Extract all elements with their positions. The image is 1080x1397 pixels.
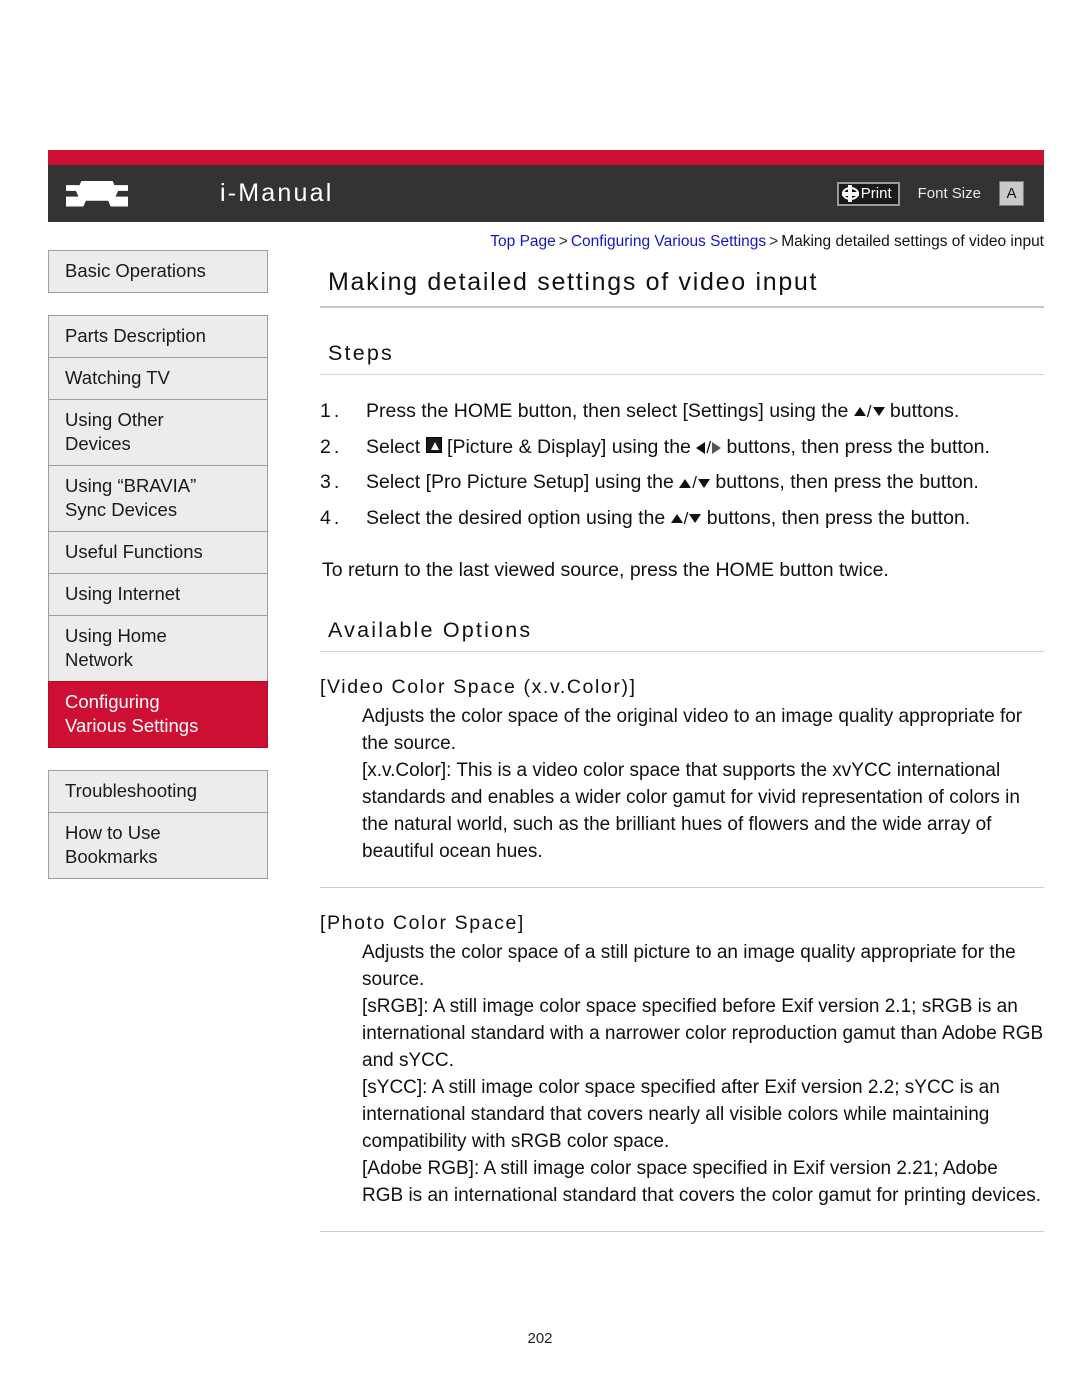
sidebar-item-label: Watching TV [65,367,170,388]
left-right-arrow-icon: / [696,433,722,463]
header-actions: Print Font Size A [836,181,1024,206]
option-paragraph: Adjusts the color space of the original … [362,705,1023,754]
sidebar-item-using-home-network[interactable]: Using Home Network [48,615,268,682]
print-button[interactable]: Print [836,181,900,206]
main-content: Top Page > Configuring Various Settings > Ma… [320,232,1044,1232]
option-divider [320,886,1044,888]
title-divider [320,306,1044,308]
steps-heading: Steps [328,341,394,365]
step-text: buttons, then press the button. [721,435,990,458]
option-paragraph: Adjusts the color space of a still pictu… [362,941,1016,990]
steps-list: 1. Press the HOME button, then select [Se… [320,397,1044,533]
sidebar-item-how-to-use-bookmarks[interactable]: How to Use Bookmarks [48,812,268,879]
step-text: Select [366,435,426,458]
sidebar-item-label: Useful Functions [65,541,203,562]
step-item: 3. Select [Pro Picture Setup] using the /… [320,468,1044,498]
up-down-arrow-icon: / [853,397,885,427]
sidebar-item-label: Using “BRAVIA” [65,475,197,496]
option-paragraph: [Adobe RGB]: A still image color space s… [362,1157,1042,1206]
step-number: 2. [320,435,343,458]
option-paragraph: [x.v.Color]: This is a video color space… [362,759,1020,862]
sidebar-item-using-internet[interactable]: Using Internet [48,573,268,616]
sidebar-item-parts-description[interactable]: Parts Description [48,315,268,358]
option-block: [Video Color Space (x.v.Color)] Adjusts t… [320,676,1044,888]
brand-title: i-Manual [220,179,334,207]
breadcrumb-separator: > [769,233,779,250]
picture-display-icon [425,437,442,454]
options-list: [Video Color Space (x.v.Color)] Adjusts t… [320,676,1044,1232]
sidebar-item-label: Troubleshooting [65,780,197,801]
font-size-label: Font Size [917,185,981,202]
step-text: buttons. [884,400,960,422]
sidebar-item-label: Configuring [65,691,160,712]
page-number: 202 [527,1330,553,1347]
breadcrumb: Top Page > Configuring Various Settings > Ma… [320,232,1044,252]
sidebar-item-troubleshooting[interactable]: Troubleshooting [48,770,268,813]
site-header: i-Manual Print Font Size A [48,150,1044,222]
options-divider [320,650,1044,652]
options-heading: Available Options [328,617,533,642]
step-text: Select the desired option using the [366,506,671,529]
option-paragraph: [sYCC]: A still image color space specif… [362,1076,1000,1152]
sidebar-item-label: Basic Operations [65,260,206,281]
option-description: Adjusts the color space of the original … [320,703,1044,865]
sidebar-item-label: Bookmarks [65,846,158,867]
sidebar-item-label: Devices [65,433,131,454]
step-number: 3. [320,471,343,494]
sidebar-item-label: How to Use [65,822,161,843]
option-paragraph: [sRGB]: A still image color space specif… [362,995,1044,1071]
step-text: [Picture & Display] using the [441,435,697,458]
page-title: Making detailed settings of video input [328,268,819,296]
sidebar-nav: Basic Operations Parts Description Watchin… [48,250,268,901]
step-item: 1. Press the HOME button, then select [Se… [320,397,1044,427]
sidebar-group: Parts Description Watching TV Using Other D… [48,315,268,748]
print-target-icon [841,185,859,202]
return-note: To return to the last viewed source, pre… [322,559,889,582]
sidebar-item-label: Using Other [65,409,164,430]
step-text: Press the HOME button, then select [Sett… [366,400,854,422]
step-text: Select [Pro Picture Setup] using the [366,471,680,494]
sidebar-item-label: Parts Description [65,325,206,346]
sidebar-item-useful-functions[interactable]: Useful Functions [48,531,268,574]
sidebar-item-configuring-various-settings[interactable]: Configuring Various Settings [48,681,268,748]
font-size-button[interactable]: A [999,181,1024,206]
sidebar-group: Basic Operations [48,250,268,293]
up-down-arrow-icon: / [670,504,702,534]
print-button-label: Print [860,185,892,202]
sidebar-item-label: Sync Devices [65,499,178,520]
sidebar-group: Troubleshooting How to Use Bookmarks [48,770,268,879]
breadcrumb-link[interactable]: Configuring Various Settings [571,233,766,250]
option-description: Adjusts the color space of a still pictu… [320,939,1044,1209]
step-number: 1. [320,400,343,422]
option-divider [320,1230,1044,1232]
option-name: [Photo Color Space] [320,911,525,934]
sidebar-item-label: Using Home [65,625,167,646]
option-name: [Video Color Space (x.v.Color)] [320,675,637,698]
step-item: 4. Select the desired option using the / … [320,504,1044,534]
sidebar-item-label: Using Internet [65,583,181,604]
option-block: [Photo Color Space] Adjusts the color spa… [320,912,1044,1232]
breadcrumb-current: Making detailed settings of video input [781,233,1044,250]
sidebar-item-using-bravia-sync-devices[interactable]: Using “BRAVIA” Sync Devices [48,465,268,532]
step-text: buttons, then press the button. [710,471,979,494]
sidebar-item-label: Network [65,649,133,670]
step-item: 2. Select [Picture & Display] using the /… [320,433,1044,463]
sidebar-item-basic-operations[interactable]: Basic Operations [48,250,268,293]
header-toolbar: i-Manual Print Font Size A [48,165,1044,222]
header-accent-bar [48,150,1044,165]
up-down-arrow-icon: / [679,468,710,498]
breadcrumb-separator: > [558,233,568,250]
sony-bravia-logo-icon [66,180,128,207]
breadcrumb-link[interactable]: Top Page [490,233,556,250]
manual-page: i-Manual Print Font Size A Basic Operati… [0,0,1080,1397]
sidebar-item-watching-tv[interactable]: Watching TV [48,357,268,400]
step-text: buttons, then press the button. [701,506,971,529]
sidebar-item-label: Various Settings [65,715,199,736]
steps-divider [320,374,1044,375]
step-number: 4. [320,506,343,529]
sidebar-item-using-other-devices[interactable]: Using Other Devices [48,399,268,466]
